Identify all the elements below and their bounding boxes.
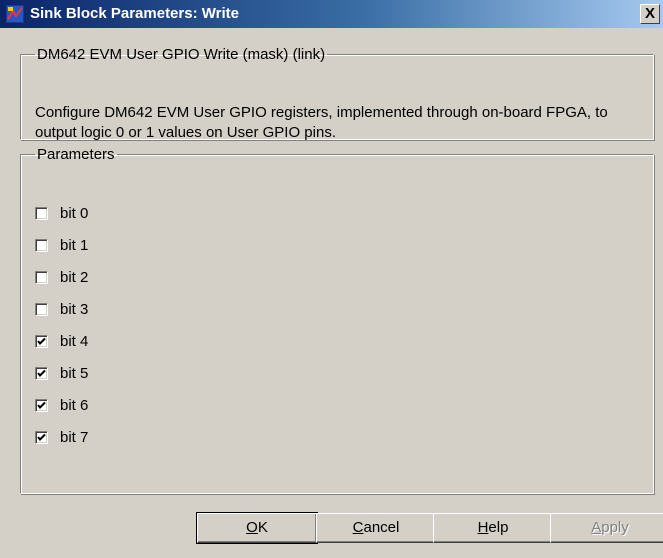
checkbox-row-bit-2[interactable]: bit 2 bbox=[35, 267, 88, 287]
checkbox-bit-7[interactable] bbox=[35, 431, 48, 445]
parameters-legend: Parameters bbox=[37, 146, 115, 163]
description-text: Configure DM642 EVM User GPIO registers,… bbox=[35, 104, 608, 141]
help-label-rest: elp bbox=[488, 519, 509, 536]
apply-mnemonic: A bbox=[591, 519, 602, 536]
apply-label-rest: pply bbox=[601, 519, 629, 536]
ok-label-rest: K bbox=[257, 519, 268, 536]
cancel-button[interactable]: Cancel bbox=[316, 513, 436, 543]
checkbox-bit-4[interactable] bbox=[35, 334, 48, 348]
checkbox-row-bit-1[interactable]: bit 1 bbox=[35, 235, 88, 255]
checkbox-bit-0[interactable] bbox=[35, 206, 48, 220]
ok-button[interactable]: OK bbox=[196, 512, 318, 544]
checkbox-label-bit-7: bit 7 bbox=[60, 429, 89, 447]
checkbox-row-bit-3[interactable]: bit 3 bbox=[35, 299, 88, 319]
checkbox-bit-1[interactable] bbox=[35, 238, 48, 252]
checkbox-row-bit-7[interactable]: bit 7 bbox=[35, 428, 88, 448]
parameters-group: Parameters bit 0 bit 1 bit 2 bit 3 bit 4 bit … bbox=[20, 146, 654, 494]
help-mnemonic: H bbox=[477, 519, 489, 536]
apply-button[interactable]: Apply bbox=[550, 513, 663, 543]
cancel-mnemonic: C bbox=[352, 519, 364, 536]
checkbox-bit-6[interactable] bbox=[35, 399, 48, 413]
cancel-label-rest: ancel bbox=[363, 519, 400, 536]
checkbox-row-bit-4[interactable]: bit 4 bbox=[35, 331, 88, 351]
checkbox-label-bit-5: bit 5 bbox=[60, 365, 89, 382]
window-title: Sink Block Parameters: Write bbox=[30, 5, 239, 22]
checkbox-bit-5[interactable] bbox=[35, 367, 48, 380]
checkbox-label-bit-2: bit 2 bbox=[60, 268, 89, 286]
checkmark-icon bbox=[37, 433, 46, 442]
checkmark-icon bbox=[37, 337, 46, 345]
checkbox-label-bit-0: bit 0 bbox=[60, 204, 89, 222]
checkbox-row-bit-0[interactable]: bit 0 bbox=[35, 203, 88, 223]
ok-mnemonic: O bbox=[246, 519, 258, 536]
simulink-app-icon[interactable] bbox=[6, 5, 24, 23]
checkbox-row-bit-6[interactable]: bit 6 bbox=[35, 396, 88, 416]
checkbox-label-bit-3: bit 3 bbox=[60, 300, 89, 318]
close-button[interactable]: X bbox=[640, 4, 660, 24]
checkbox-label-bit-4: bit 4 bbox=[60, 332, 89, 350]
description-group: DM642 EVM User GPIO Write (mask) (link) … bbox=[20, 46, 654, 141]
description-legend: DM642 EVM User GPIO Write (mask) (link) bbox=[37, 46, 326, 63]
checkbox-label-bit-1: bit 1 bbox=[60, 236, 89, 254]
checkbox-label-bit-6: bit 6 bbox=[60, 397, 89, 415]
checkbox-row-bit-5[interactable]: bit 5 bbox=[35, 364, 88, 384]
help-button[interactable]: Help bbox=[433, 513, 553, 543]
checkbox-bit-3[interactable] bbox=[35, 302, 48, 316]
checkmark-icon bbox=[37, 401, 46, 410]
title-bar[interactable]: Sink Block Parameters: Write X bbox=[0, 0, 663, 28]
checkbox-bit-2[interactable] bbox=[35, 270, 48, 284]
checkmark-icon bbox=[37, 369, 46, 377]
